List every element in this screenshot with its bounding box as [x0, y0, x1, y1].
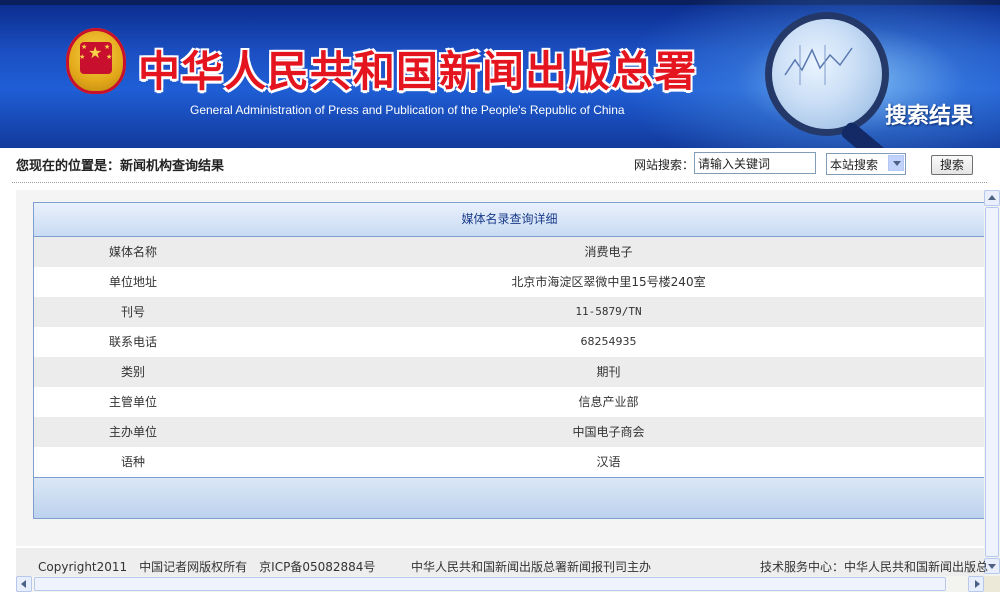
row-value: 中国电子商会	[572, 425, 645, 439]
location-bar: 您现在的位置是：新闻机构查询结果 网站搜索： 本站搜索 搜索	[0, 148, 1000, 182]
row-label: 联系电话	[108, 335, 157, 349]
search-input[interactable]	[694, 152, 816, 174]
row-label: 主办单位	[108, 425, 157, 439]
row-label: 刊号	[120, 305, 145, 319]
content-frame: 媒体名录查询详细 媒体名称 消费电子 单位地址 北京市海淀区翠微中里15号楼24…	[16, 190, 986, 546]
page-footer: Copyright2011 中国记者网版权所有 京ICP备05082884号 中…	[16, 548, 988, 576]
scroll-right-icon[interactable]	[968, 576, 984, 592]
row-label: 主管单位	[108, 395, 157, 409]
site-search-label: 网站搜索：	[634, 158, 695, 172]
table-row: 联系电话 68254935	[34, 327, 985, 357]
chart-lines-icon	[784, 45, 853, 85]
row-value: 汉语	[596, 455, 621, 469]
table-row: 语种 汉语	[34, 447, 985, 477]
vertical-scrollbar[interactable]	[984, 190, 1000, 576]
row-value: 11-5879/TN	[575, 305, 642, 318]
row-value: 信息产业部	[578, 395, 639, 409]
vertical-scroll-thumb[interactable]	[985, 207, 999, 557]
table-row: 媒体名称 消费电子	[34, 237, 985, 267]
search-scope-value: 本站搜索	[830, 158, 879, 172]
scroll-left-icon[interactable]	[16, 576, 32, 592]
row-label: 语种	[120, 455, 145, 469]
table-row: 类别 期刊	[34, 357, 985, 387]
horizontal-scroll-thumb[interactable]	[34, 577, 946, 591]
row-value: 68254935	[580, 335, 637, 348]
table-row: 主管单位 信息产业部	[34, 387, 985, 417]
footer-copyright: Copyright2011 中国记者网版权所有 京ICP备05082884号	[38, 560, 376, 574]
detail-table: 媒体名录查询详细 媒体名称 消费电子 单位地址 北京市海淀区翠微中里15号楼24…	[33, 202, 986, 519]
footer-sponsor: 中华人民共和国新闻出版总署新闻报刊司主办	[411, 560, 652, 574]
row-value: 北京市海淀区翠微中里15号楼240室	[511, 275, 706, 289]
row-label: 媒体名称	[108, 245, 157, 259]
scroll-up-icon[interactable]	[984, 190, 1000, 206]
row-label: 类别	[120, 365, 145, 379]
page-tag: 搜索结果	[885, 103, 974, 129]
footer-tech-support: 技术服务中心：中华人民共和国新闻出版总	[760, 560, 989, 574]
header-banner: ★ ★ ★ ★ ★ 中华人民共和国新闻出版总署 General Administ…	[0, 0, 1000, 148]
breadcrumb: 您现在的位置是：新闻机构查询结果	[16, 159, 225, 174]
table-row: 单位地址 北京市海淀区翠微中里15号楼240室	[34, 267, 985, 297]
detail-table-title: 媒体名录查询详细	[34, 203, 985, 237]
national-emblem-icon: ★ ★ ★ ★ ★	[66, 28, 126, 94]
row-value: 期刊	[596, 365, 621, 379]
detail-table-footer	[34, 477, 985, 518]
table-row: 刊号 11-5879/TN	[34, 297, 985, 327]
search-button[interactable]: 搜索	[931, 155, 973, 175]
row-value: 消费电子	[584, 245, 633, 259]
row-label: 单位地址	[108, 275, 157, 289]
scrollbar-corner	[984, 576, 1000, 592]
table-row: 主办单位 中国电子商会	[34, 417, 985, 447]
search-scope-select[interactable]: 本站搜索	[826, 153, 906, 175]
chevron-down-icon[interactable]	[888, 155, 904, 171]
horizontal-scrollbar[interactable]	[16, 576, 984, 592]
site-title: 中华人民共和国新闻出版总署	[138, 47, 698, 96]
site-subtitle: General Administration of Press and Publ…	[190, 103, 625, 117]
left-margin	[0, 190, 16, 600]
divider	[12, 182, 987, 183]
